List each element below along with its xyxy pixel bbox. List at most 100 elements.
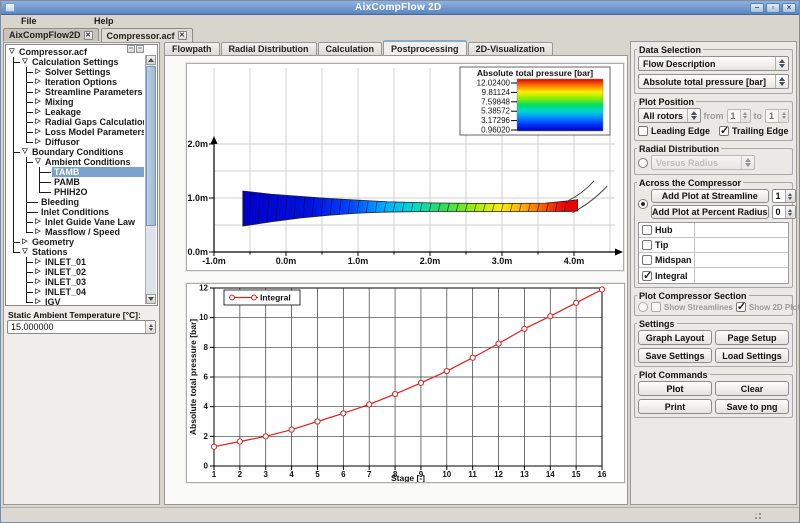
- expand-icon[interactable]: ▷: [33, 117, 43, 127]
- titlebar[interactable]: AixCompFlow 2D –▫×: [1, 1, 799, 15]
- expand-icon[interactable]: ▷: [33, 267, 43, 277]
- expand-icon[interactable]: ▷: [33, 227, 43, 237]
- expand-icon[interactable]: ▷: [20, 237, 30, 247]
- maximize-button[interactable]: ▫: [766, 3, 780, 13]
- versus-radius-combo[interactable]: Versus Radius: [651, 155, 755, 170]
- tree-item-radial-gaps-calculation[interactable]: ▷Radial Gaps Calculation: [7, 117, 144, 127]
- ambient-temperature-spinbox[interactable]: 15.000000: [7, 320, 156, 334]
- tab-postprocessing[interactable]: Postprocessing: [383, 40, 467, 56]
- expand-icon[interactable]: ▷: [33, 127, 43, 137]
- tree-item-loss-model-parameters[interactable]: ▷Loss Model Parameters: [7, 127, 144, 137]
- tree-item-inlet-02[interactable]: ▷INLET_02: [7, 267, 144, 277]
- save-to-png-button[interactable]: Save to png: [715, 399, 789, 414]
- tree-item-phih2o[interactable]: PHIH2O: [7, 187, 144, 197]
- add-plot-at-percent-radius-spinbox[interactable]: 0: [772, 205, 796, 219]
- expand-icon[interactable]: ▷: [33, 217, 43, 227]
- tree-toolbar-button-1[interactable]: [127, 45, 135, 53]
- close-icon[interactable]: [178, 31, 187, 40]
- expand-icon[interactable]: ▷: [33, 277, 43, 287]
- tree-scrollbar[interactable]: [145, 55, 156, 304]
- save-settings-button[interactable]: Save Settings: [638, 348, 712, 363]
- scroll-down-icon[interactable]: [146, 294, 156, 304]
- scroll-up-icon[interactable]: [146, 55, 156, 65]
- tree-item-iteration-options[interactable]: ▷Iteration Options: [7, 77, 144, 87]
- clear-button[interactable]: Clear: [715, 381, 789, 396]
- tree-item-bleeding[interactable]: Bleeding: [7, 197, 144, 207]
- tab-calculation[interactable]: Calculation: [318, 42, 383, 56]
- tree-item-boundary-conditions[interactable]: ▽Boundary Conditions: [7, 147, 144, 157]
- tree-item-massflow-speed[interactable]: ▷Massflow / Speed: [7, 227, 144, 237]
- add-plot-at-percent-radius-button[interactable]: Add Plot at Percent Radius: [651, 205, 769, 219]
- tree-item-mixing[interactable]: ▷Mixing: [7, 97, 144, 107]
- plot-compressor-section-radio[interactable]: [638, 302, 648, 312]
- spin-arrows-icon[interactable]: [145, 321, 155, 333]
- tree-item-inlet-03[interactable]: ▷INLET_03: [7, 277, 144, 287]
- tree-item-diffusor[interactable]: ▷Diffusor: [7, 137, 144, 147]
- tree-item-stations[interactable]: ▽Stations: [7, 247, 144, 257]
- tab-radial-distribution[interactable]: Radial Distribution: [221, 42, 317, 56]
- tree-item-inlet-conditions[interactable]: Inlet Conditions: [7, 207, 144, 217]
- graph-layout-button[interactable]: Graph Layout: [638, 330, 712, 345]
- plot-button[interactable]: Plot: [638, 381, 712, 396]
- expand-icon[interactable]: ▷: [33, 287, 43, 297]
- expand-icon[interactable]: ▷: [33, 87, 43, 97]
- minimize-button[interactable]: –: [750, 3, 764, 13]
- expand-icon[interactable]: ▷: [33, 297, 43, 305]
- add-plot-at-streamline-spinbox[interactable]: 1: [772, 189, 796, 203]
- menu-help[interactable]: Help: [94, 16, 114, 26]
- doc-tab-aixcompflow2d[interactable]: AixCompFlow2D: [3, 28, 99, 41]
- checkbox-integral[interactable]: Integral: [639, 268, 695, 283]
- checkbox-show-2d-plot[interactable]: Show 2D Plot: [736, 302, 800, 312]
- close-button[interactable]: ×: [782, 3, 796, 13]
- tree-item-pamb[interactable]: PAMB: [7, 177, 144, 187]
- pressure-line-plot[interactable]: 12345678910111213141516024681012Integral…: [186, 283, 625, 483]
- collapse-icon[interactable]: ▽: [20, 57, 30, 67]
- load-settings-button[interactable]: Load Settings: [715, 348, 789, 363]
- checkbox-leading-edge[interactable]: Leading Edge: [638, 126, 710, 136]
- expand-icon[interactable]: ▷: [33, 107, 43, 117]
- tree-item-ambient-conditions[interactable]: ▽Ambient Conditions: [7, 157, 144, 167]
- add-plot-at-streamline-button[interactable]: Add Plot at Streamline: [651, 189, 769, 203]
- collapse-icon[interactable]: ▽: [20, 147, 30, 157]
- across-compressor-radio[interactable]: [638, 199, 648, 209]
- expand-icon[interactable]: ▷: [33, 77, 43, 87]
- checkbox-hub[interactable]: Hub: [639, 223, 695, 237]
- tree-item-leakage[interactable]: ▷Leakage: [7, 107, 144, 117]
- tree-item-inlet-guide-vane-law[interactable]: ▷Inlet Guide Vane Law: [7, 217, 144, 227]
- expand-icon[interactable]: ▷: [33, 137, 43, 147]
- checkbox-tip[interactable]: Tip: [639, 238, 695, 252]
- collapse-icon[interactable]: ▽: [20, 247, 30, 257]
- scrollbar-handle[interactable]: [146, 66, 156, 226]
- rotor-selection-combo[interactable]: All rotors: [638, 108, 701, 123]
- print-button[interactable]: Print: [638, 399, 712, 414]
- tree-item-streamline-parameters[interactable]: ▷Streamline Parameters: [7, 87, 144, 97]
- collapse-icon[interactable]: ▽: [33, 157, 43, 167]
- resize-grip-icon[interactable]: [752, 511, 761, 519]
- tree-item-inlet-01[interactable]: ▷INLET_01: [7, 257, 144, 267]
- tree-toolbar-button-2[interactable]: [136, 45, 144, 53]
- page-setup-button[interactable]: Page Setup: [715, 330, 789, 345]
- data-category-combo[interactable]: Flow Description: [638, 56, 789, 71]
- tree-item-igv[interactable]: ▷IGV: [7, 297, 144, 305]
- tree-item-tamb[interactable]: TAMB: [7, 167, 144, 177]
- tree-item-geometry[interactable]: ▷Geometry: [7, 237, 144, 247]
- tab-2d-visualization[interactable]: 2D-Visualization: [468, 42, 553, 56]
- tree-item-inlet-04[interactable]: ▷INLET_04: [7, 287, 144, 297]
- to-spinbox[interactable]: 1: [765, 109, 789, 123]
- tab-flowpath[interactable]: Flowpath: [164, 42, 220, 56]
- checkbox-trailing-edge[interactable]: Trailing Edge: [719, 126, 789, 136]
- close-icon[interactable]: [84, 31, 93, 40]
- tree-item-compressor-acf[interactable]: ▽Compressor.acf: [7, 47, 144, 57]
- tree-item-solver-settings[interactable]: ▷Solver Settings: [7, 67, 144, 77]
- expand-icon[interactable]: ▷: [33, 257, 43, 267]
- menu-file[interactable]: File: [21, 16, 37, 26]
- checkbox-show-streamlines[interactable]: Show Streamlines: [651, 302, 733, 312]
- from-spinbox[interactable]: 1: [727, 109, 751, 123]
- collapse-icon[interactable]: ▽: [7, 47, 17, 57]
- expand-icon[interactable]: ▷: [33, 97, 43, 107]
- tree-item-calculation-settings[interactable]: ▽Calculation Settings: [7, 57, 144, 67]
- data-quantity-combo[interactable]: Absolute total pressure [bar]: [638, 74, 789, 89]
- expand-icon[interactable]: ▷: [33, 67, 43, 77]
- radial-distribution-radio[interactable]: [638, 158, 648, 168]
- flowpath-plot[interactable]: -1.0m0.0m1.0m2.0m3.0m4.0m0.0m1.0m2.0mAbs…: [186, 63, 624, 271]
